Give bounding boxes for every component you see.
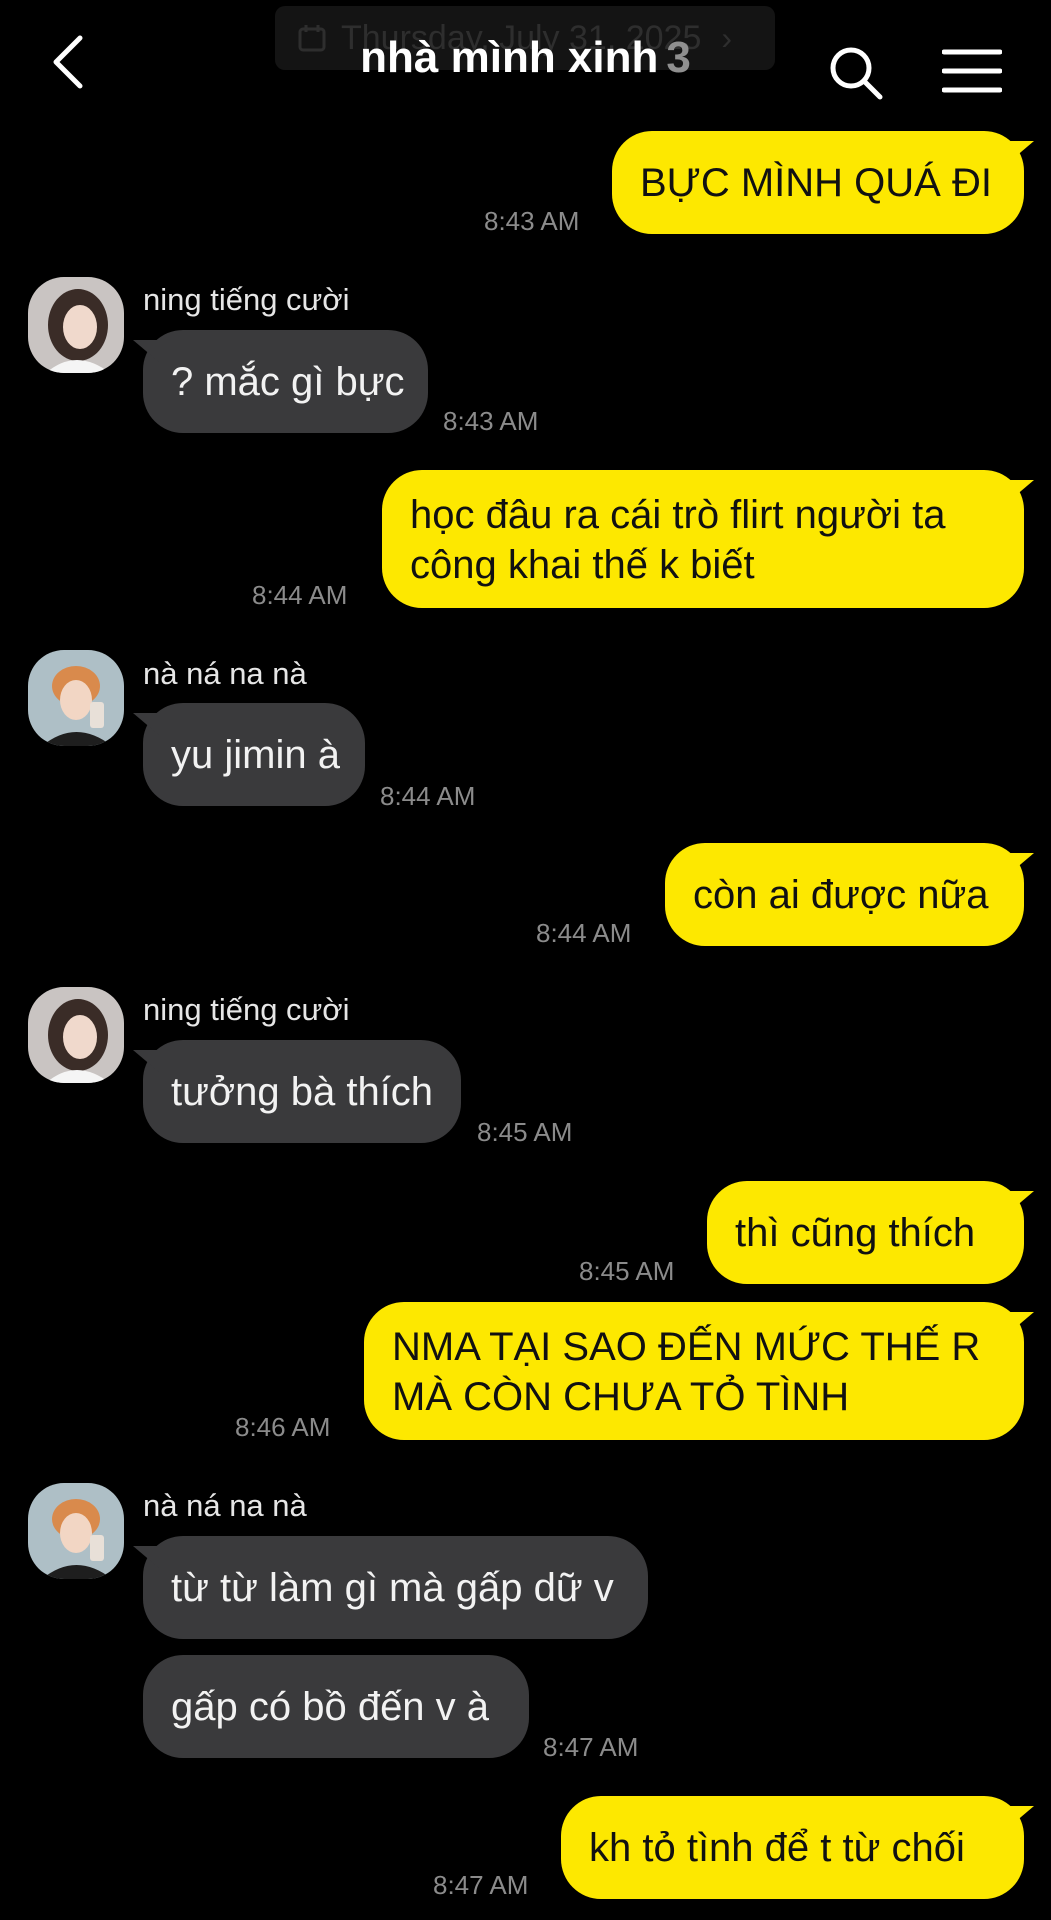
my-message-bubble[interactable]: kh tỏ tình để t từ chối [561,1796,1024,1899]
message-time: 8:46 AM [235,1412,331,1442]
message-text: tưởng bà thích [171,1070,434,1114]
message-time: 8:43 AM [484,206,580,236]
message-text: yu jimin à [171,733,340,777]
avatar[interactable] [28,277,124,373]
calendar-icon [298,25,326,52]
message-text-line: công khai thế k biết [410,543,755,587]
message-text: từ từ làm gì mà gấp dữ v [171,1566,614,1610]
date-label: Thursday, July 31, 2025 [341,18,702,57]
message-text-line: học đâu ra cái trò flirt người ta [410,493,946,537]
avatar-ning-image [28,987,124,1083]
avatar[interactable] [28,650,124,746]
other-message-bubble[interactable]: ? mắc gì bực [143,330,428,433]
sender-name: nà ná na nà [143,1488,307,1523]
sender-name: ning tiếng cười [143,282,350,317]
avatar[interactable] [28,987,124,1083]
search-icon[interactable] [828,45,884,101]
avatar-na-image [28,650,124,746]
date-pill: Thursday, July 31, 2025 › [275,6,775,70]
message-text: còn ai được nữa [693,873,989,917]
menu-icon[interactable] [942,48,1002,94]
avatar-ning-image [28,277,124,373]
back-icon[interactable] [48,34,88,90]
message-time: 8:44 AM [380,781,476,811]
message-text-line: NMA TẠI SAO ĐẾN MỨC THẾ R [392,1325,981,1369]
message-text-line: MÀ CÒN CHƯA TỎ TÌNH [392,1375,850,1419]
other-message-bubble[interactable]: gấp có bồ đến v à [143,1655,529,1758]
sender-name: nà ná na nà [143,656,307,691]
message-time: 8:43 AM [443,406,539,436]
other-message-bubble[interactable]: tưởng bà thích [143,1040,461,1143]
message-time: 8:47 AM [433,1870,529,1900]
message-text: gấp có bồ đến v à [171,1685,490,1729]
message-time: 8:44 AM [252,580,348,610]
my-message-bubble[interactable]: thì cũng thích [707,1181,1024,1284]
my-message-bubble[interactable]: học đâu ra cái trò flirt người ta công k… [382,470,1024,608]
sender-name: ning tiếng cười [143,992,350,1027]
message-text: thì cũng thích [735,1211,976,1255]
my-message-bubble[interactable]: NMA TẠI SAO ĐẾN MỨC THẾ R MÀ CÒN CHƯA TỎ… [364,1302,1024,1440]
message-text: BỰC MÌNH QUÁ ĐI [640,161,992,205]
chat-header: Thursday, July 31, 2025 › nhà mình xinh 3 [0,0,1051,125]
message-text: ? mắc gì bực [171,360,405,404]
chevron-right-icon: › [721,19,733,56]
message-text: kh tỏ tình để t từ chối [589,1826,965,1870]
my-message-bubble[interactable]: BỰC MÌNH QUÁ ĐI [612,131,1024,234]
avatar-na-image [28,1483,124,1579]
avatar[interactable] [28,1483,124,1579]
message-time: 8:45 AM [477,1117,573,1147]
my-message-bubble[interactable]: còn ai được nữa [665,843,1024,946]
message-time: 8:45 AM [579,1256,675,1286]
message-time: 8:44 AM [536,918,632,948]
message-time: 8:47 AM [543,1732,639,1762]
other-message-bubble[interactable]: từ từ làm gì mà gấp dữ v [143,1536,648,1639]
other-message-bubble[interactable]: yu jimin à [143,703,365,806]
